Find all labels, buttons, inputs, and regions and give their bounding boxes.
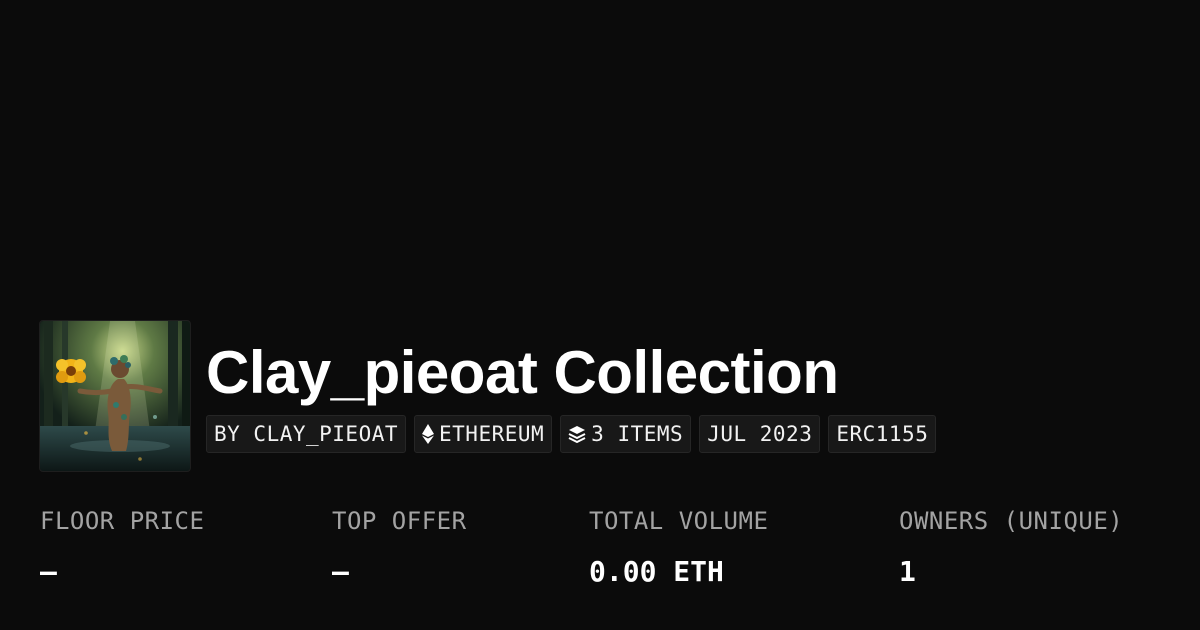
total-volume-label: TOTAL VOLUME — [589, 507, 769, 535]
date-tag: JUL 2023 — [699, 415, 821, 453]
creator-tag-label: BY CLAY_PIEOAT — [214, 422, 399, 446]
collection-thumbnail[interactable] — [39, 320, 191, 472]
collection-title: Clay_pieoat Collection — [206, 339, 839, 406]
collection-stats: FLOOR PRICE – TOP OFFER – TOTAL VOLUME 0… — [0, 0, 1200, 630]
ethereum-icon — [422, 424, 435, 444]
collection-preview-card: Clay_pieoat Collection BY CLAY_PIEOAT ET… — [0, 0, 1200, 630]
chain-tag-label: ETHEREUM — [439, 422, 545, 446]
chain-tag[interactable]: ETHEREUM — [414, 415, 553, 453]
owners-value: 1 — [899, 555, 916, 588]
collection-artwork-image — [40, 321, 190, 471]
collection-tags: BY CLAY_PIEOAT ETHEREUM 3 ITEMS JUL 2023… — [206, 415, 937, 453]
token-standard-tag-label: ERC1155 — [836, 422, 929, 446]
floor-price-value: – — [40, 555, 57, 588]
floor-price-label: FLOOR PRICE — [40, 507, 205, 535]
token-standard-tag: ERC1155 — [828, 415, 937, 453]
owners-label: OWNERS (UNIQUE) — [899, 507, 1124, 535]
creator-tag[interactable]: BY CLAY_PIEOAT — [206, 415, 407, 453]
floor-price-stat: FLOOR PRICE – — [40, 505, 204, 589]
top-offer-value: – — [332, 555, 349, 588]
top-offer-label: TOP OFFER — [332, 507, 467, 535]
owners-stat: OWNERS (UNIQUE) 1 — [899, 505, 1123, 589]
layers-icon — [568, 426, 586, 443]
top-offer-stat: TOP OFFER – — [332, 505, 467, 589]
items-tag-label: 3 ITEMS — [591, 422, 684, 446]
items-tag[interactable]: 3 ITEMS — [560, 415, 692, 453]
total-volume-stat: TOTAL VOLUME 0.00 ETH — [589, 505, 768, 589]
total-volume-value: 0.00 ETH — [589, 555, 724, 588]
date-tag-label: JUL 2023 — [707, 422, 813, 446]
